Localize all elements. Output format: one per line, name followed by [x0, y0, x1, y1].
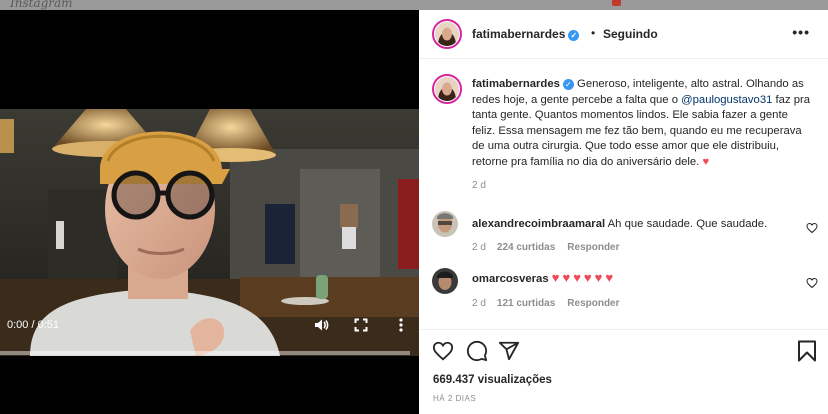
share-paper-plane-icon[interactable]: [498, 340, 520, 367]
author-avatar[interactable]: [432, 19, 462, 49]
instagram-wordmark: Instagram: [10, 0, 73, 10]
comment-age: 2 d: [472, 298, 486, 309]
comment-1: alexandrecoimbraamaral Ah que saudade. Q…: [472, 218, 767, 230]
comment-1-meta: 2 d 224 curtidas Responder: [472, 242, 632, 253]
comment-likes[interactable]: 121 curtidas: [497, 298, 555, 309]
comment-likes[interactable]: 224 curtidas: [497, 242, 555, 253]
post-caption: fatimabernardes ✓ Generoso, inteligente, …: [472, 77, 812, 170]
comment-2-meta: 2 d 121 curtidas Responder: [472, 298, 632, 309]
post-date: HÁ 2 DIAS: [433, 394, 477, 403]
video-time: 0:00 / 0:51: [7, 319, 59, 331]
comment-2: omarcosveras ♥♥♥♥♥♥: [472, 270, 616, 285]
post-modal: 0:00 / 0:51 fatimabernardes ✓ • Seguindo…: [0, 10, 828, 414]
comment-avatar[interactable]: [432, 211, 458, 237]
caption-mention-link[interactable]: @paulogustavo31: [681, 94, 772, 106]
notification-badge: [612, 0, 621, 6]
save-bookmark-icon[interactable]: [797, 340, 817, 367]
comment-text: Ah que saudade. Que saudade.: [607, 218, 768, 230]
separator-dot: •: [591, 26, 596, 40]
comment-username[interactable]: omarcosveras: [472, 273, 549, 285]
comment-age: 2 d: [472, 242, 486, 253]
volume-icon[interactable]: [313, 317, 329, 338]
video-progress-bar[interactable]: [0, 351, 410, 355]
header-author-username[interactable]: fatimabernardes ✓: [472, 27, 580, 41]
comment-reply-button[interactable]: Responder: [567, 298, 619, 309]
comment-text: ♥♥♥♥♥♥: [551, 270, 617, 285]
post-header: fatimabernardes ✓ • Seguindo •••: [419, 10, 828, 59]
background-top-bar: Instagram: [0, 0, 828, 10]
comment-username[interactable]: alexandrecoimbraamaral: [472, 218, 605, 230]
comment-like-heart-icon[interactable]: [806, 276, 818, 294]
red-heart-emoji-icon: ♥: [702, 155, 710, 168]
video-player[interactable]: 0:00 / 0:51: [0, 10, 419, 414]
fullscreen-icon[interactable]: [353, 317, 369, 338]
post-actions: 669.437 visualizações HÁ 2 DIAS: [419, 329, 828, 414]
verified-badge-icon: ✓: [562, 79, 574, 90]
comment-reply-button[interactable]: Responder: [567, 242, 619, 253]
following-button[interactable]: Seguindo: [603, 27, 658, 41]
view-count[interactable]: 669.437 visualizações: [433, 374, 552, 386]
comment-bubble-icon[interactable]: [466, 340, 488, 367]
more-options-icon[interactable]: [393, 317, 409, 338]
comment-like-heart-icon[interactable]: [806, 221, 818, 239]
video-controls: 0:00 / 0:51: [0, 310, 419, 356]
post-details-panel: fatimabernardes ✓ • Seguindo ••• fatimabe…: [419, 10, 828, 414]
caption-author-username[interactable]: fatimabernardes: [472, 78, 560, 90]
caption-age: 2 d: [472, 180, 486, 191]
comment-avatar[interactable]: [432, 268, 458, 294]
verified-badge-icon: ✓: [568, 30, 580, 41]
like-heart-icon[interactable]: [432, 340, 454, 367]
caption-author-avatar[interactable]: [432, 74, 462, 104]
post-options-icon[interactable]: •••: [792, 24, 810, 40]
